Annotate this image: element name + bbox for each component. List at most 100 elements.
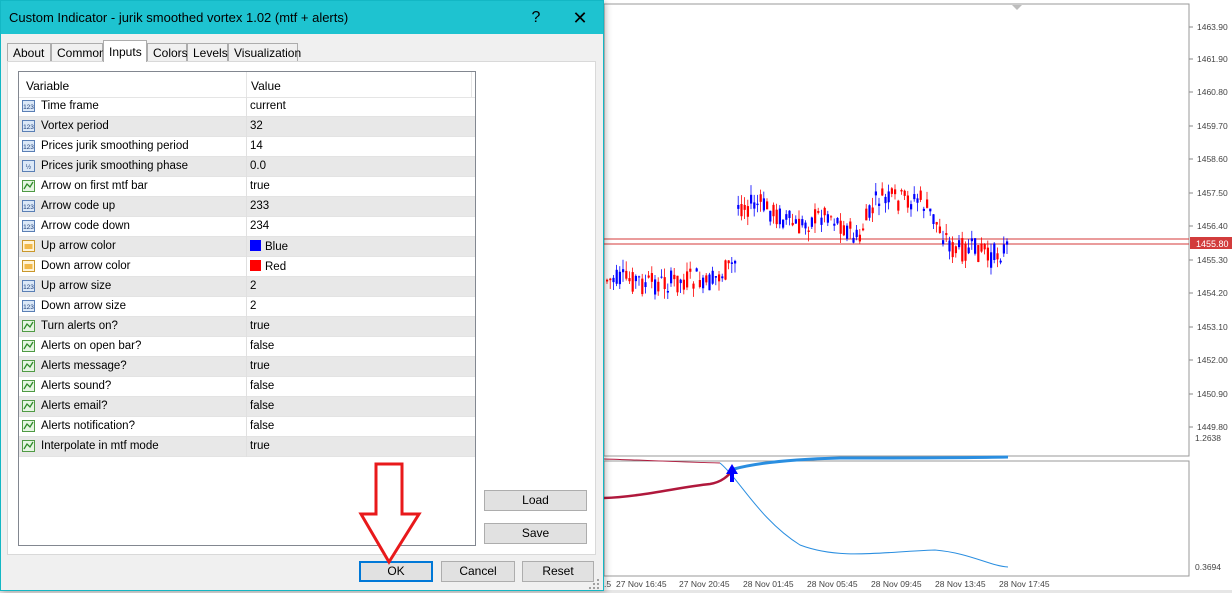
tab-common[interactable]: Common	[51, 43, 106, 61]
variable-value[interactable]: 0.0	[250, 160, 266, 172]
candle-body	[839, 220, 842, 234]
candle-body	[794, 219, 797, 224]
variable-value[interactable]: Blue	[250, 240, 288, 253]
bool-icon	[22, 320, 35, 332]
bool-icon	[22, 400, 35, 412]
candle-body	[826, 214, 829, 223]
candle-body	[942, 240, 945, 245]
grid-row[interactable]: 123 Time frame current	[19, 97, 475, 117]
header-divider[interactable]	[246, 72, 247, 97]
grid-row[interactable]: 123 Up arrow size 2	[19, 277, 475, 297]
variable-value[interactable]: true	[250, 320, 270, 332]
candle-body	[724, 260, 727, 280]
variable-value[interactable]: 14	[250, 140, 263, 152]
candle-body	[702, 277, 705, 289]
help-button[interactable]: ?	[516, 5, 556, 31]
time-label: .5	[604, 579, 611, 589]
candle-body	[785, 214, 788, 220]
grid-row[interactable]: Arrow on first mtf bar true	[19, 177, 475, 197]
cancel-button[interactable]: Cancel	[441, 561, 515, 582]
candle-body	[625, 270, 628, 279]
tab-about[interactable]: About	[7, 43, 51, 61]
reset-button[interactable]: Reset	[522, 561, 594, 582]
candle-body	[894, 189, 897, 195]
tab-levels[interactable]: Levels	[187, 43, 228, 61]
candle-body	[737, 204, 740, 209]
grid-row[interactable]: ½ Prices jurik smoothing phase 0.0	[19, 157, 475, 177]
candle-body	[977, 245, 980, 262]
grid-row[interactable]: Alerts sound? false	[19, 377, 475, 397]
int-icon: 123	[22, 100, 35, 112]
grid-row[interactable]: 123 Arrow code down 234	[19, 217, 475, 237]
close-button[interactable]: ✕	[560, 5, 600, 31]
price-label: 1459.70	[1197, 121, 1228, 131]
value-text: false	[250, 400, 275, 412]
value-text: true	[250, 320, 270, 332]
value-text: false	[250, 340, 275, 352]
price-label: 1450.90	[1197, 389, 1228, 399]
candle-body	[686, 271, 689, 288]
indicator-axis-label: 1.2638	[1195, 433, 1221, 443]
candle-body	[964, 243, 967, 261]
grid-row[interactable]: Alerts notification? false	[19, 417, 475, 437]
variable-value[interactable]: true	[250, 440, 270, 452]
grid-row[interactable]: 123 Down arrow size 2	[19, 297, 475, 317]
grid-row[interactable]: 123 Arrow code up 233	[19, 197, 475, 217]
candle-body	[900, 189, 903, 192]
variable-value[interactable]: false	[250, 340, 274, 352]
variable-value[interactable]: true	[250, 180, 270, 192]
grid-row[interactable]: Down arrow color Red	[19, 257, 475, 277]
tab-inputs[interactable]: Inputs	[103, 40, 147, 62]
value-text: 32	[250, 120, 263, 132]
variable-value[interactable]: 32	[250, 120, 263, 132]
svg-text:123: 123	[23, 144, 34, 151]
header-variable[interactable]: Variable	[26, 79, 69, 93]
candle-body	[705, 275, 708, 283]
bool-icon	[22, 180, 35, 192]
candle-body	[663, 277, 666, 290]
variable-value[interactable]: current	[250, 100, 286, 112]
int-icon: 123	[22, 140, 35, 152]
variable-value[interactable]: Red	[250, 260, 286, 273]
int-icon: 123	[22, 120, 35, 132]
variable-value[interactable]: 233	[250, 200, 269, 212]
grid-row[interactable]: 123 Prices jurik smoothing period 14	[19, 137, 475, 157]
candle-body	[970, 238, 973, 242]
grid-row[interactable]: Alerts on open bar? false	[19, 337, 475, 357]
candle-body	[868, 205, 871, 218]
grid-row[interactable]: Up arrow color Blue	[19, 237, 475, 257]
grid-row[interactable]: Turn alerts on? true	[19, 317, 475, 337]
grid-row[interactable]: 123 Vortex period 32	[19, 117, 475, 137]
grid-row[interactable]: Alerts email? false	[19, 397, 475, 417]
variable-value[interactable]: false	[250, 400, 274, 412]
variable-name: Alerts notification?	[41, 420, 135, 432]
variable-value[interactable]: 234	[250, 220, 269, 232]
candle-body	[766, 201, 769, 210]
variable-value[interactable]: 2	[250, 280, 256, 292]
variable-value[interactable]: false	[250, 420, 274, 432]
candle-body	[631, 272, 634, 292]
candle-body	[935, 222, 938, 225]
tab-colors[interactable]: Colors	[147, 43, 188, 61]
candle-body	[929, 208, 932, 212]
candle-body	[865, 208, 868, 221]
grid-row[interactable]: Alerts message? true	[19, 357, 475, 377]
grid-row[interactable]: Interpolate in mtf mode true	[19, 437, 475, 457]
save-button[interactable]: Save	[484, 523, 587, 544]
candle-body	[993, 243, 996, 260]
time-label: 27 Nov 16:45	[616, 579, 667, 589]
variable-value[interactable]: true	[250, 360, 270, 372]
load-button[interactable]: Load	[484, 490, 587, 511]
candle-body	[740, 204, 743, 217]
price-label: 1454.20	[1197, 288, 1228, 298]
dialog-titlebar[interactable]: Custom Indicator - jurik smoothed vortex…	[1, 1, 603, 34]
time-label: 28 Nov 13:45	[935, 579, 986, 589]
header-value[interactable]: Value	[251, 79, 281, 93]
resize-grip-icon[interactable]	[586, 577, 600, 589]
variable-value[interactable]: 2	[250, 300, 256, 312]
tab-visualization[interactable]: Visualization	[228, 43, 301, 61]
column-divider	[246, 437, 247, 457]
variable-value[interactable]: false	[250, 380, 274, 392]
variable-name: Arrow code down	[41, 220, 130, 232]
candle-body	[906, 195, 909, 208]
